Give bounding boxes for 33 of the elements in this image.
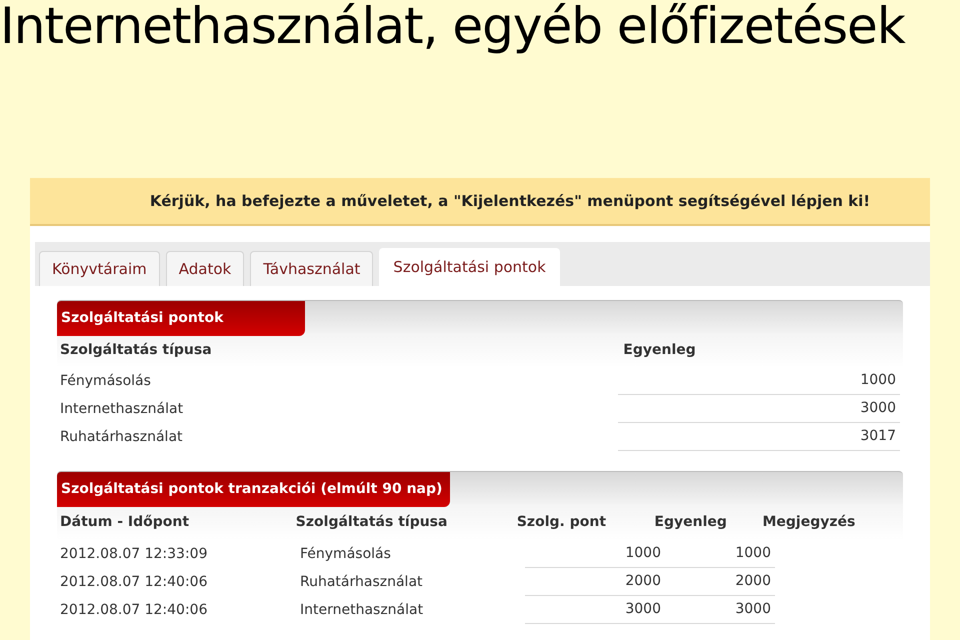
table-cell: 1000: [525, 540, 665, 568]
table-cell-text: 2012.08.07 12:40:06: [60, 572, 208, 592]
tab[interactable]: Könyvtáraim: [39, 251, 160, 286]
table-cell: 1000: [665, 540, 775, 568]
column-header: Szolgáltatás típusa: [296, 512, 448, 532]
tab[interactable]: Távhasználat: [250, 251, 374, 286]
table-cell-text: Fénymásolás: [60, 372, 152, 390]
column-header: Szolg. pont: [516, 512, 608, 532]
slide-title: Internethasználat, egyéb előfizetések: [0, 0, 906, 54]
table-cell: 2000: [525, 568, 665, 596]
table-cell-text: Internethasználat: [300, 600, 424, 620]
table-cell-text: Internethasználat: [60, 400, 184, 418]
table-cell: 3000: [525, 596, 665, 624]
tab[interactable]: Szolgáltatási pontok: [379, 248, 560, 286]
table-cell-text: Ruhatárhasználat: [60, 428, 184, 446]
table-cell-text: Ruhatárhasználat: [300, 572, 424, 592]
table-cell: 2000: [665, 568, 775, 596]
section-title: Szolgáltatási pontok tranzakciói (elmúlt 90 nap): [57, 472, 450, 507]
column-header: Szolgáltatás típusa: [60, 340, 213, 360]
column-header: Egyenleg: [654, 512, 728, 532]
column-header: Egyenleg: [623, 340, 697, 360]
tab[interactable]: Adatok: [166, 251, 244, 286]
section-title: Szolgáltatási pontok: [57, 301, 305, 336]
table-cell: 3000: [665, 596, 775, 624]
table-cell-text: Fénymásolás: [300, 544, 392, 564]
column-header: Dátum - Időpont: [60, 512, 190, 532]
table-cell-text: 2012.08.07 12:33:09: [60, 544, 208, 564]
notice-bar: Kérjük, ha befejezte a műveletet, a "Kijelentkezés" menüpont segítségével lépjen ki!: [30, 178, 930, 226]
table-cell: 1000: [618, 367, 900, 395]
table-cell: 3000: [618, 395, 900, 423]
column-header: Megjegyzés: [762, 512, 856, 532]
table-cell-text: 2012.08.07 12:40:06: [60, 600, 208, 620]
table-cell: 3017: [618, 423, 900, 451]
